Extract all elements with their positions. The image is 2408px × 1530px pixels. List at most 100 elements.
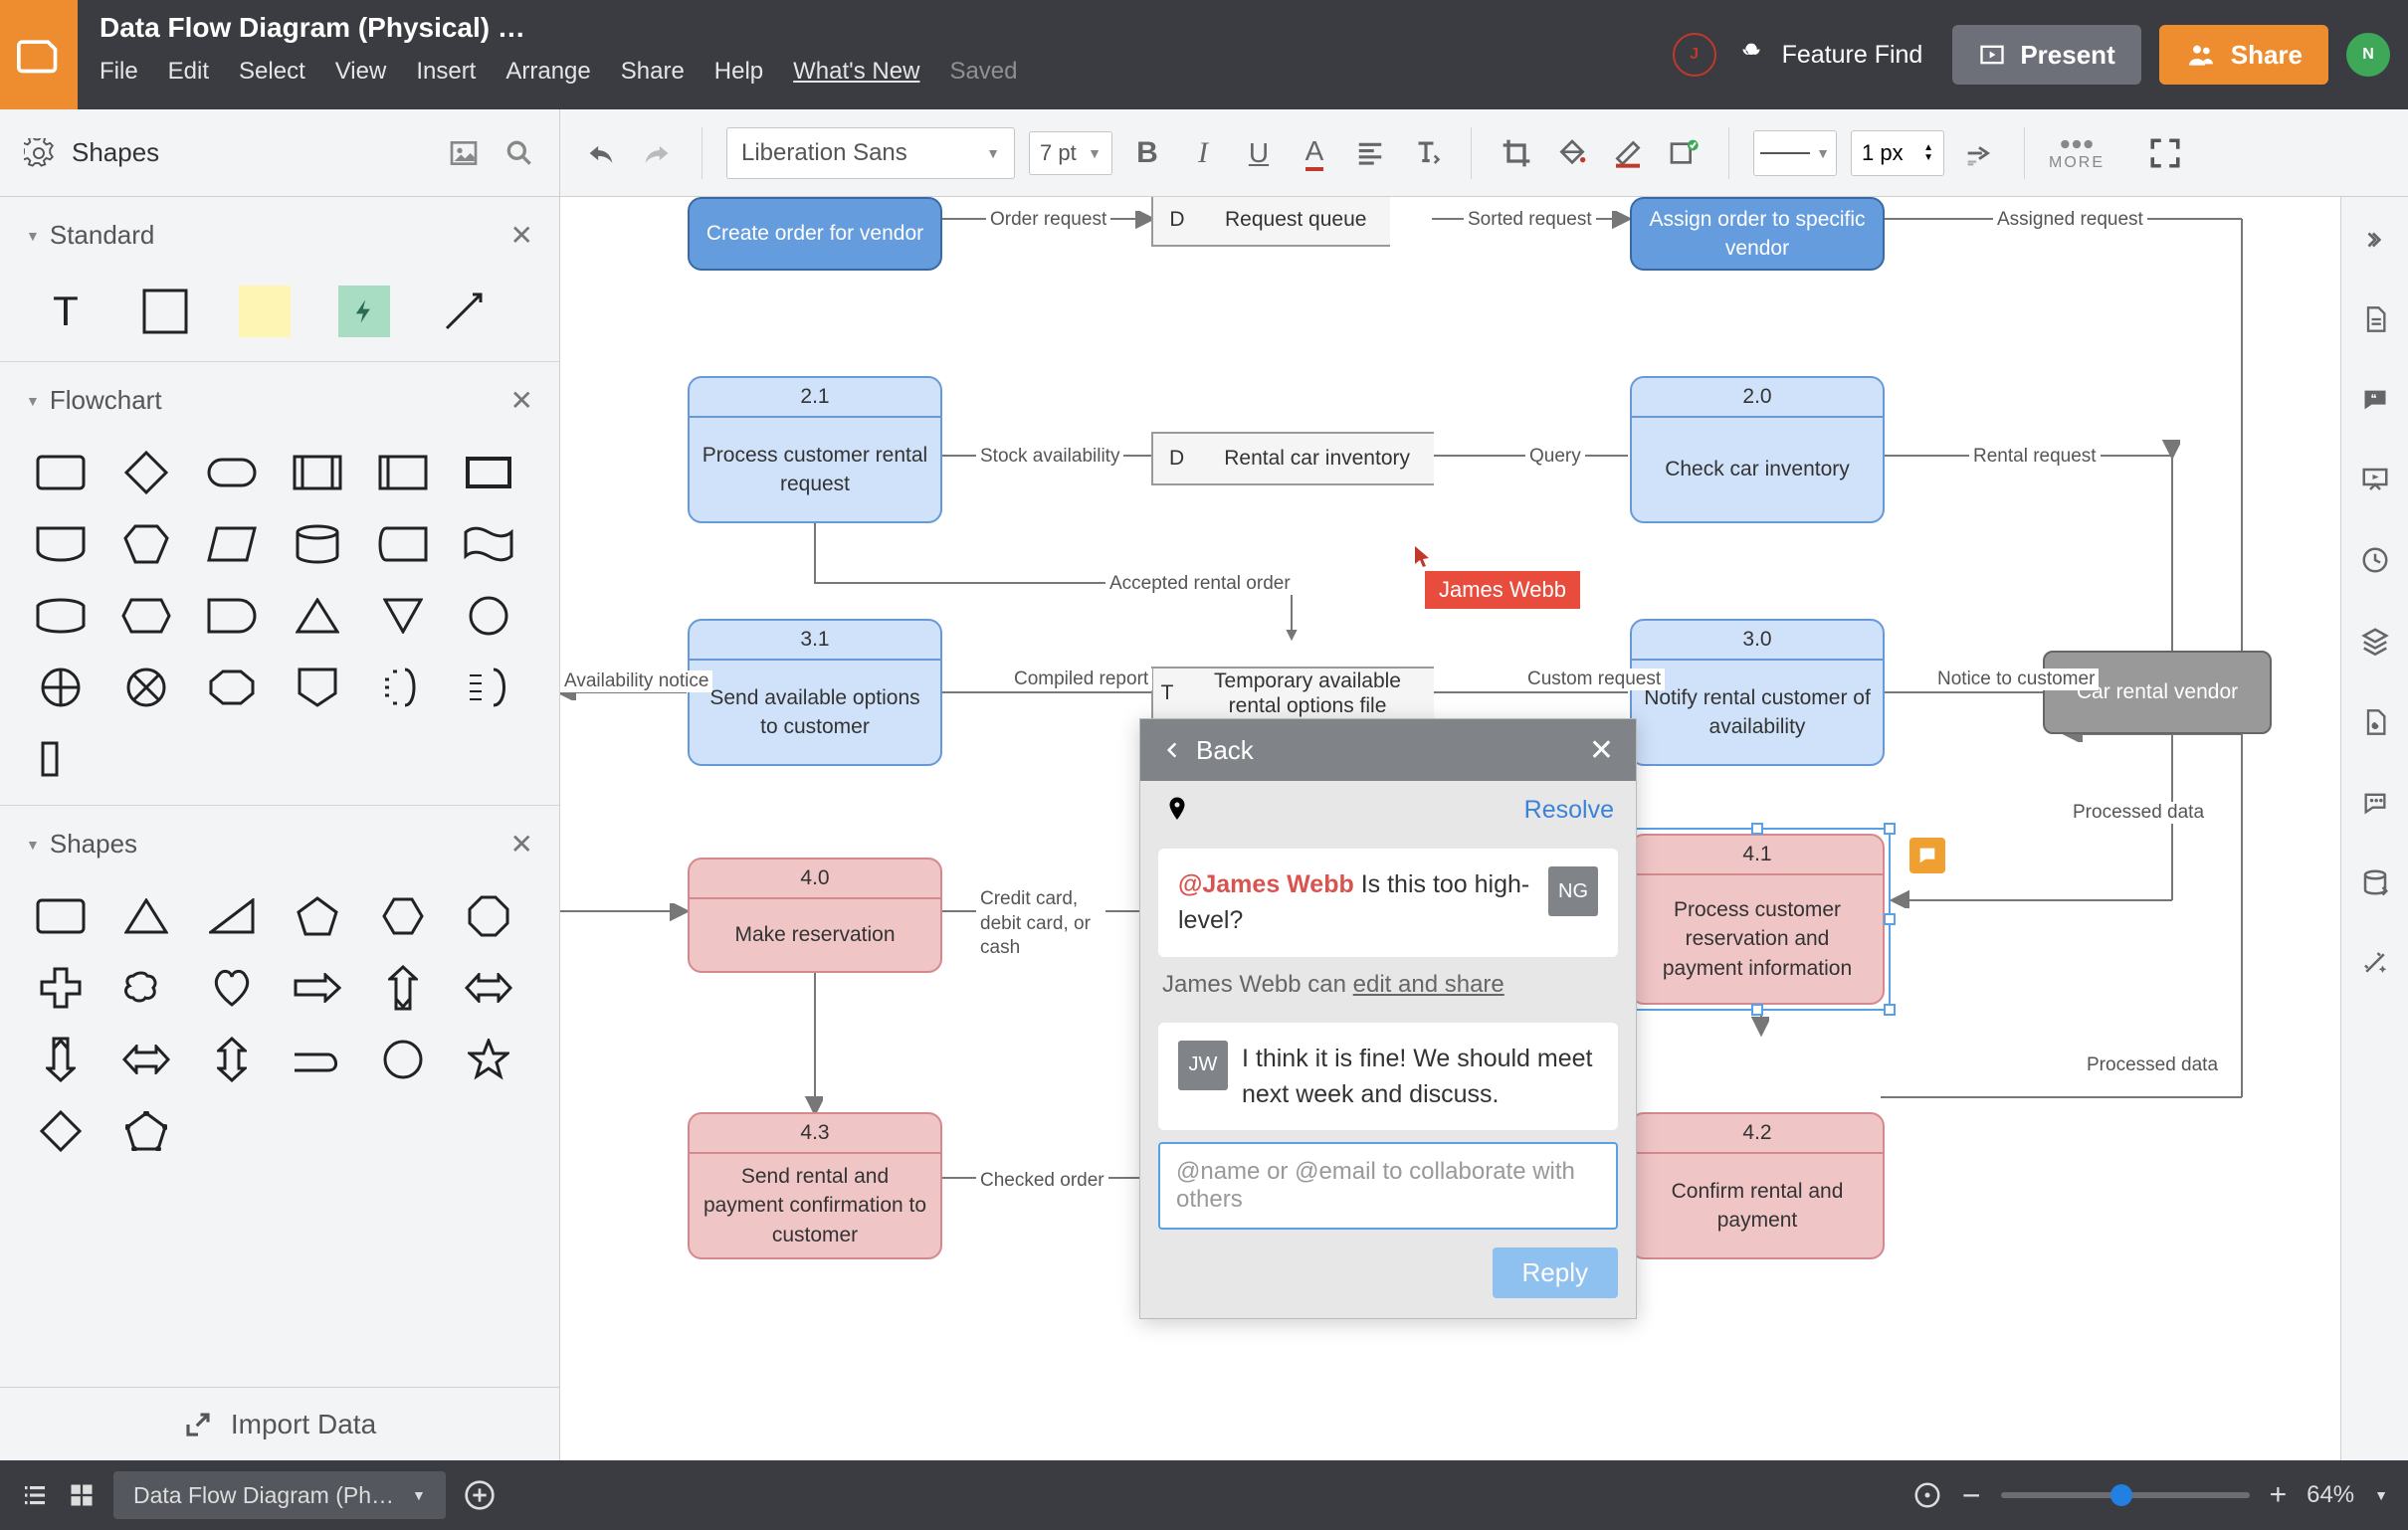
more-button[interactable]: MORE (2049, 134, 2105, 172)
fc-shape[interactable] (30, 449, 92, 496)
redo-icon[interactable] (636, 132, 678, 174)
node[interactable]: Assign order to specific vendor (1630, 197, 1885, 271)
fc-shape[interactable] (372, 664, 434, 711)
node[interactable]: 3.0Notify rental customer of availabilit… (1630, 619, 1885, 766)
node-selected[interactable]: 4.1Process customer reservation and paym… (1630, 834, 1885, 1005)
line-color-icon[interactable] (1607, 132, 1649, 174)
node[interactable]: 2.0Check car inventory (1630, 376, 1885, 523)
back-icon[interactable] (1162, 736, 1182, 764)
menu-arrange[interactable]: Arrange (505, 58, 590, 86)
menu-select[interactable]: Select (239, 58, 305, 86)
comment-input[interactable]: @name or @email to collaborate with othe… (1158, 1142, 1618, 1230)
node[interactable]: Create order for vendor (688, 197, 942, 271)
sh[interactable] (201, 1036, 263, 1083)
node[interactable]: 4.0Make reservation (688, 858, 942, 973)
text-options-icon[interactable] (1405, 132, 1447, 174)
canvas[interactable]: Create order for vendor DRequest queue A… (560, 197, 2340, 1460)
sh[interactable] (372, 964, 434, 1012)
document-icon[interactable] (2361, 303, 2389, 340)
underline-icon[interactable]: U (1238, 132, 1280, 174)
list-view-icon[interactable] (20, 1480, 50, 1510)
back-button[interactable]: Back (1196, 735, 1254, 766)
magic-icon[interactable] (2360, 948, 2390, 983)
feature-find[interactable]: Feature Find (1734, 38, 1923, 72)
layers-icon[interactable] (2360, 626, 2390, 661)
fc-shape[interactable] (115, 520, 177, 568)
sh[interactable] (372, 1036, 434, 1083)
sh[interactable] (458, 1036, 519, 1083)
fullscreen-icon[interactable] (2144, 132, 2186, 174)
fill-icon[interactable] (1551, 132, 1593, 174)
zoom-level[interactable]: 64% (2307, 1481, 2354, 1509)
menu-help[interactable]: Help (714, 58, 763, 86)
line-style-dropdown[interactable]: ▼ (1753, 130, 1837, 176)
fc-shape[interactable] (115, 664, 177, 711)
zoom-in-icon[interactable]: + (2270, 1478, 2288, 1512)
sh[interactable] (458, 964, 519, 1012)
resolve-button[interactable]: Resolve (1524, 796, 1614, 825)
import-data-button[interactable]: Import Data (0, 1387, 559, 1460)
italic-icon[interactable]: I (1182, 132, 1224, 174)
comment-rail-icon[interactable]: ❝ (2360, 386, 2390, 419)
gear-icon[interactable] (24, 138, 54, 168)
menu-file[interactable]: File (100, 58, 138, 86)
presentation-icon[interactable] (2360, 465, 2390, 499)
data-icon[interactable] (2360, 867, 2390, 902)
text-shape[interactable]: T (30, 284, 101, 339)
bold-icon[interactable]: B (1126, 132, 1168, 174)
font-size-dropdown[interactable]: 7 pt▼ (1029, 131, 1112, 175)
grid-view-icon[interactable] (68, 1481, 96, 1509)
datastore[interactable]: DRequest queue (1151, 197, 1434, 247)
collapse-icon[interactable] (2362, 227, 2388, 258)
menu-view[interactable]: View (335, 58, 387, 86)
sh[interactable] (115, 1107, 177, 1155)
sh[interactable] (115, 964, 177, 1012)
chat-icon[interactable] (2360, 789, 2390, 822)
shape-options-icon[interactable] (1663, 132, 1705, 174)
zoom-out-icon[interactable]: − (1962, 1477, 1981, 1514)
fc-shape[interactable] (372, 592, 434, 640)
fc-shape[interactable] (372, 449, 434, 496)
line-width-dropdown[interactable]: 1 px▲▼ (1851, 130, 1944, 176)
close-icon[interactable]: ✕ (1589, 733, 1614, 768)
fc-shape[interactable] (201, 664, 263, 711)
arrow-shape[interactable] (428, 284, 500, 339)
crop-icon[interactable] (1496, 132, 1537, 174)
fc-shape[interactable] (30, 592, 92, 640)
target-icon[interactable] (1912, 1480, 1942, 1510)
document-title[interactable]: Data Flow Diagram (Physical) … (100, 0, 1673, 44)
node[interactable]: 4.2Confirm rental and payment (1630, 1112, 1885, 1259)
menu-share[interactable]: Share (621, 58, 685, 86)
share-button[interactable]: Share (2159, 25, 2328, 85)
close-icon[interactable]: ✕ (510, 219, 533, 252)
fc-shape[interactable] (458, 592, 519, 640)
note-shape[interactable] (229, 284, 301, 339)
sh[interactable] (287, 964, 348, 1012)
sh[interactable] (372, 892, 434, 940)
datastore[interactable]: DRental car inventory (1151, 432, 1434, 485)
menu-edit[interactable]: Edit (168, 58, 209, 86)
close-icon[interactable]: ✕ (510, 828, 533, 861)
fc-shape[interactable] (201, 449, 263, 496)
datastore[interactable]: TTemporary available rental options file (1151, 667, 1434, 720)
fc-shape[interactable] (287, 664, 348, 711)
node[interactable]: 2.1Process customer rental request (688, 376, 942, 523)
fc-shape[interactable] (115, 449, 177, 496)
section-standard[interactable]: ▼Standard✕ (0, 197, 559, 274)
fc-shape[interactable] (458, 449, 519, 496)
sh[interactable] (115, 1036, 177, 1083)
fc-shape[interactable] (287, 520, 348, 568)
paint-icon[interactable] (2361, 706, 2389, 743)
undo-icon[interactable] (580, 132, 622, 174)
fc-shape[interactable] (287, 449, 348, 496)
reply-button[interactable]: Reply (1493, 1247, 1618, 1298)
fc-shape[interactable] (30, 735, 92, 783)
sh[interactable] (201, 964, 263, 1012)
fc-shape[interactable] (201, 520, 263, 568)
section-shapes[interactable]: ▼Shapes✕ (0, 806, 559, 882)
sh[interactable] (201, 892, 263, 940)
sh[interactable] (287, 892, 348, 940)
brand-icon[interactable] (0, 0, 78, 109)
search-icon[interactable] (503, 137, 535, 169)
fc-shape[interactable] (115, 592, 177, 640)
